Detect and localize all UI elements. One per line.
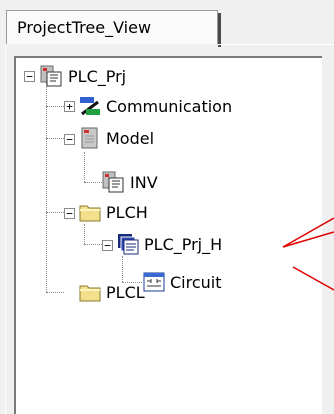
callout-lines: [282, 217, 334, 291]
callout-line: [282, 231, 334, 248]
callout-line: [282, 217, 334, 248]
callout-line: [292, 266, 334, 291]
